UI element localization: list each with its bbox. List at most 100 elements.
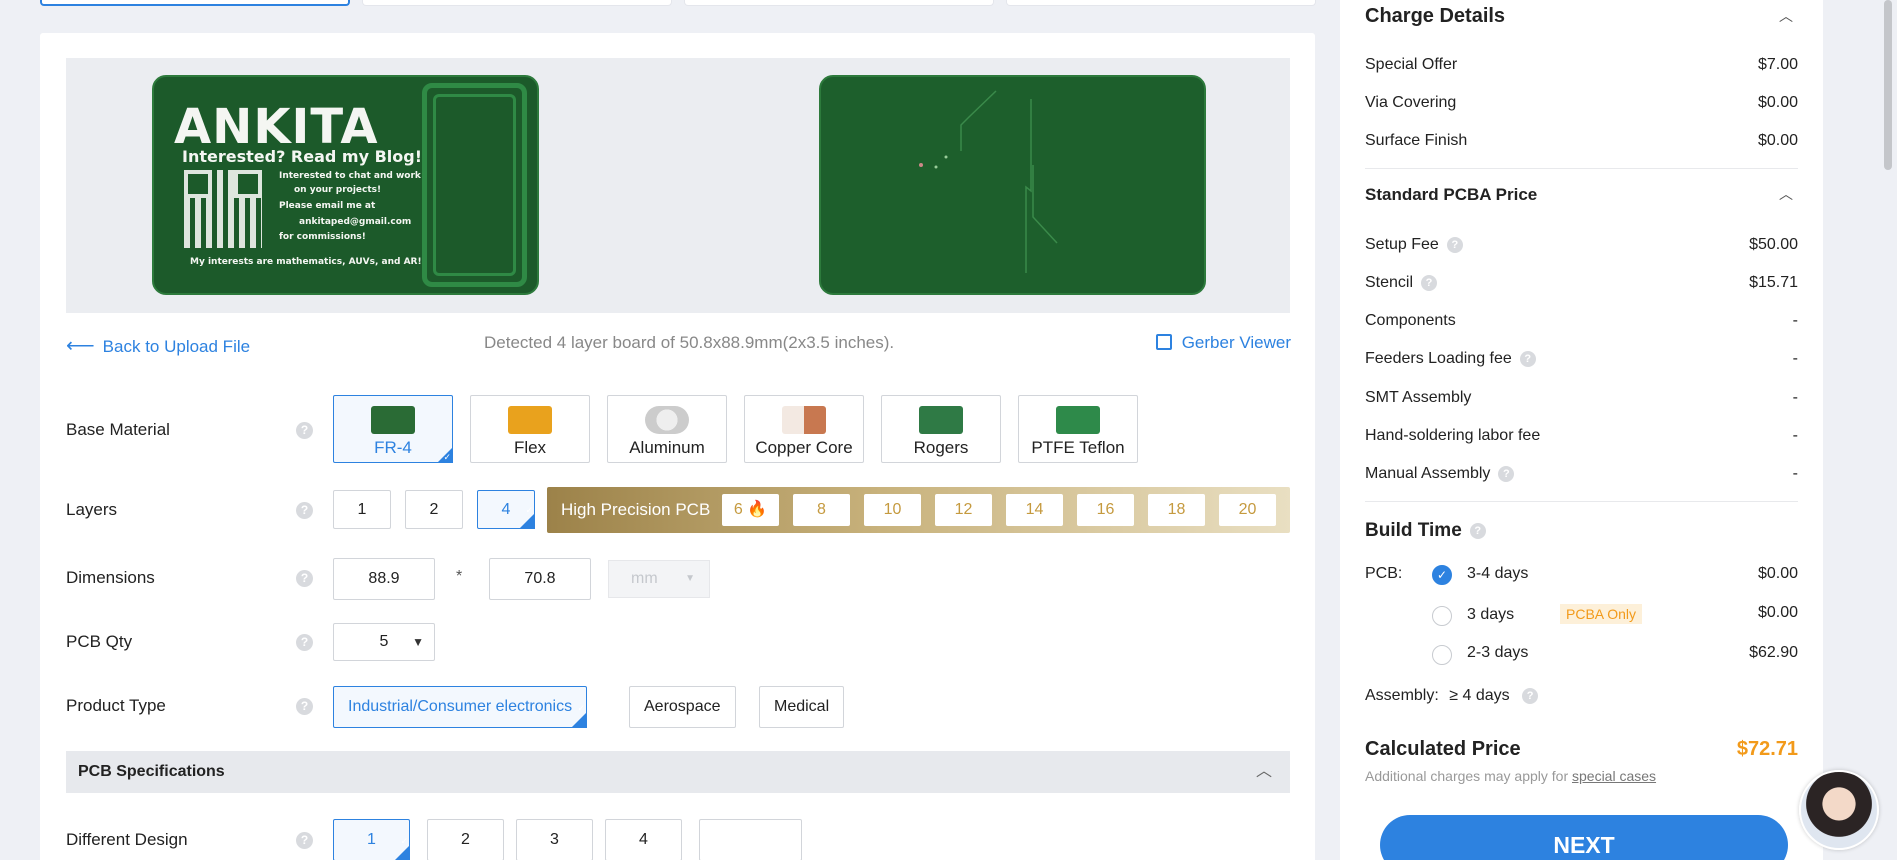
support-agent-avatar[interactable] [1799, 770, 1879, 850]
radio-build-3-days[interactable] [1432, 606, 1452, 626]
top-tab-4[interactable] [1006, 0, 1316, 6]
build-option-row: PCB: ✓ 3-4 days $0.00 [1365, 565, 1798, 585]
layer-option-18[interactable]: 18 [1148, 494, 1205, 526]
layer-option-16[interactable]: 16 [1077, 494, 1134, 526]
top-tab-3[interactable] [684, 0, 994, 6]
material-rogers[interactable]: Rogers [881, 395, 1001, 463]
assembly-time-row: Assembly: ≥ 4 days ? [1365, 687, 1798, 705]
product-type-aerospace[interactable]: Aerospace [629, 686, 736, 728]
top-tab-2[interactable] [362, 0, 672, 6]
flex-thumb-icon [508, 406, 552, 434]
charge-label: Special Offer [1365, 56, 1458, 73]
pcb-specifications-header[interactable]: PCB Specifications ︿ [66, 751, 1290, 793]
layer-option-8[interactable]: 8 [793, 494, 850, 526]
dimensions-label: Dimensions [66, 568, 155, 587]
next-button[interactable]: NEXT [1380, 815, 1788, 860]
product-type-industrial[interactable]: Industrial/Consumer electronics [333, 686, 588, 728]
assembly-value: ≥ 4 days [1449, 687, 1510, 704]
material-ptfe-teflon[interactable]: PTFE Teflon [1018, 395, 1138, 463]
additional-charges-note: Additional charges may apply for special… [1365, 768, 1656, 784]
help-icon[interactable]: ? [1519, 350, 1536, 367]
help-icon[interactable]: ? [296, 634, 313, 651]
gerber-viewer-link[interactable]: Gerber Viewer [1155, 333, 1291, 353]
radio-build-3-4-days[interactable]: ✓ [1432, 565, 1452, 585]
top-tab-1[interactable] [40, 0, 350, 6]
layer-option-2[interactable]: 2 [405, 490, 463, 529]
design-option-custom[interactable] [699, 819, 802, 860]
arrow-left-icon: ⟵ [66, 335, 95, 357]
pcba-label: Hand-soldering labor fee [1365, 427, 1541, 444]
pcba-label: SMT Assembly [1365, 389, 1472, 406]
special-cases-link[interactable]: special cases [1572, 768, 1656, 784]
help-icon[interactable]: ? [296, 502, 313, 519]
layer-option-4[interactable]: 4 [477, 490, 535, 529]
layer-value: 6 [733, 501, 743, 518]
help-icon[interactable]: ? [296, 422, 313, 439]
layer-option-1[interactable]: 1 [333, 490, 391, 529]
chevron-up-icon[interactable]: ︿ [1779, 184, 1793, 204]
chevron-up-icon[interactable]: ︿ [1779, 6, 1793, 26]
page-scrollbar[interactable] [1884, 0, 1892, 170]
assembly-label: Assembly: [1365, 687, 1439, 704]
chevron-down-icon: ▼ [685, 573, 695, 584]
pcba-value: $50.00 [1749, 236, 1798, 253]
charge-details-title: Charge Details [1365, 5, 1506, 27]
material-aluminum[interactable]: Aluminum [607, 395, 727, 463]
charge-value: $0.00 [1757, 132, 1798, 149]
pcba-label: Stencil [1365, 274, 1414, 291]
base-material-label: Base Material [66, 420, 170, 439]
material-label: Flex [513, 438, 547, 457]
board-text-line: for commissions! [279, 232, 366, 242]
layer-option-12[interactable]: 12 [935, 494, 992, 526]
help-icon[interactable]: ? [1421, 274, 1438, 291]
pcba-value: - [1792, 312, 1798, 329]
caret-down-icon: ▼ [412, 635, 424, 649]
radio-build-2-3-days[interactable] [1432, 645, 1452, 665]
unit-select[interactable]: mm ▼ [608, 560, 710, 598]
design-option-2[interactable]: 2 [427, 819, 504, 860]
help-icon[interactable]: ? [1498, 465, 1515, 482]
design-option-4[interactable]: 4 [605, 819, 682, 860]
design-option-1[interactable]: 1 [333, 819, 410, 860]
build-option-value: $0.00 [1757, 565, 1798, 582]
layer-option-10[interactable]: 10 [864, 494, 921, 526]
pcba-label: Feeders Loading fee [1365, 350, 1512, 367]
pcba-row: Feeders Loading fee? - [1365, 350, 1798, 368]
material-flex[interactable]: Flex [470, 395, 590, 463]
pcba-row: Setup Fee? $50.00 [1365, 236, 1798, 254]
back-to-upload-link[interactable]: ⟵ Back to Upload File [66, 333, 250, 358]
layer-option-14[interactable]: 14 [1006, 494, 1063, 526]
dimension-width-input[interactable]: 88.9 [333, 558, 435, 600]
help-icon[interactable]: ? [1446, 236, 1463, 253]
material-label: Rogers [913, 438, 969, 457]
help-icon[interactable]: ? [296, 570, 313, 587]
pcba-label: Manual Assembly [1365, 465, 1491, 482]
gerber-preview: ANKITA Interested? Read my Blog! Interes… [66, 58, 1290, 313]
charge-value: $7.00 [1757, 56, 1798, 73]
gerber-viewer-label: Gerber Viewer [1181, 333, 1291, 352]
detected-board-info: Detected 4 layer board of 50.8x88.9mm(2x… [484, 333, 895, 352]
board-text-line: ankitaped@gmail.com [299, 217, 412, 227]
help-icon[interactable]: ? [296, 698, 313, 715]
charge-row: Via Covering $0.00 [1365, 94, 1798, 112]
high-precision-label: High Precision PCB [561, 500, 711, 519]
build-option-value: $0.00 [1757, 604, 1798, 621]
pcba-value: - [1792, 427, 1798, 444]
help-icon[interactable]: ? [1522, 687, 1539, 704]
product-type-medical[interactable]: Medical [759, 686, 845, 728]
pcba-only-badge: PCBA Only [1560, 604, 1643, 624]
material-fr4[interactable]: FR-4 [333, 395, 453, 463]
layer-option-6[interactable]: 6 🔥 [722, 494, 779, 526]
ptfe-thumb-icon [1056, 406, 1100, 434]
back-link-label: Back to Upload File [102, 337, 251, 356]
dimension-height-input[interactable]: 70.8 [489, 558, 591, 600]
build-option-label: 3 days [1467, 606, 1515, 623]
layers-label: Layers [66, 500, 118, 519]
design-option-3[interactable]: 3 [516, 819, 593, 860]
layer-option-20[interactable]: 20 [1219, 494, 1276, 526]
material-copper-core[interactable]: Copper Core [744, 395, 864, 463]
pcba-row: SMT Assembly - [1365, 389, 1798, 407]
help-icon[interactable]: ? [296, 832, 313, 849]
pcb-qty-select[interactable]: 5 ▼ [333, 623, 435, 661]
help-icon[interactable]: ? [1469, 522, 1486, 539]
